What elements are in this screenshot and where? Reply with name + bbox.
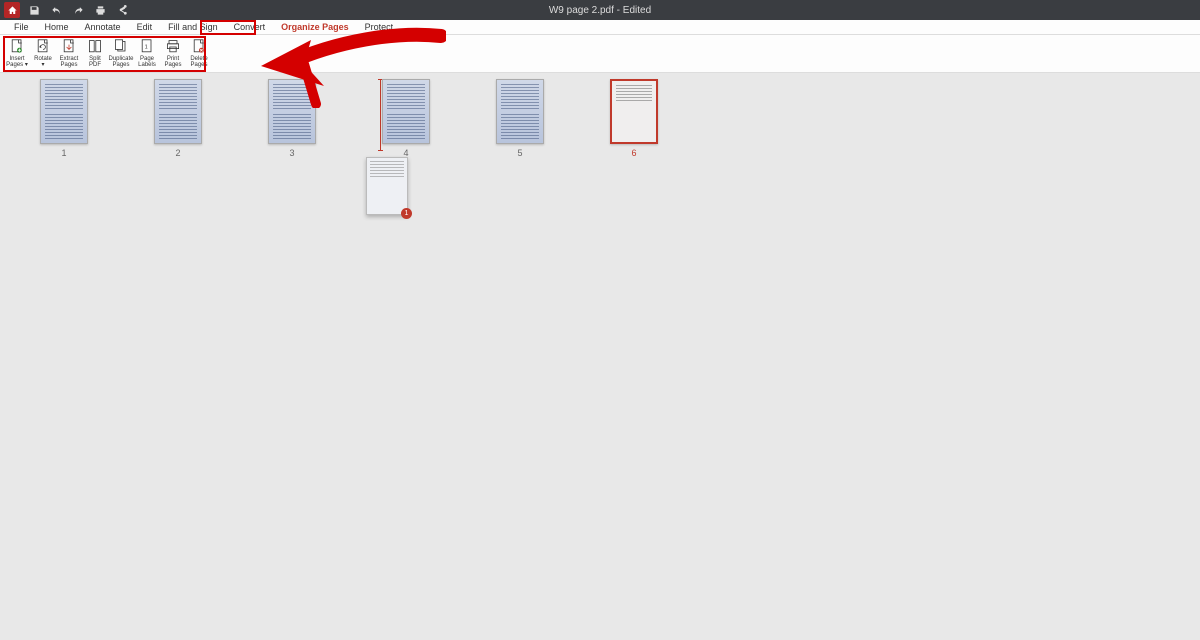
menubar: File Home Annotate Edit Fill and Sign Co… bbox=[0, 20, 1200, 35]
page-labels-icon: 1 bbox=[140, 39, 154, 55]
menu-protect[interactable]: Protect bbox=[357, 21, 402, 33]
menu-convert[interactable]: Convert bbox=[226, 21, 274, 33]
tool-label: Split PDF bbox=[89, 56, 101, 68]
page-number: 6 bbox=[631, 148, 636, 158]
print-pages-button[interactable]: Print Pages bbox=[160, 37, 186, 71]
drag-count-badge: 1 bbox=[401, 208, 412, 219]
page-number: 1 bbox=[61, 148, 66, 158]
titlebar-icons bbox=[0, 2, 130, 18]
menu-file[interactable]: File bbox=[6, 21, 37, 33]
page-thumbnail-2[interactable]: 2 bbox=[154, 79, 202, 158]
page-thumbnail-3[interactable]: 3 bbox=[268, 79, 316, 158]
page-thumb[interactable] bbox=[382, 79, 430, 144]
duplicate-pages-icon bbox=[114, 39, 128, 55]
tool-label: Duplicate Pages bbox=[108, 56, 133, 68]
duplicate-pages-button[interactable]: Duplicate Pages bbox=[108, 37, 134, 71]
document-title: W9 page 2.pdf - Edited bbox=[549, 5, 651, 16]
page-number: 2 bbox=[175, 148, 180, 158]
tool-label: Page Labels bbox=[138, 56, 156, 68]
redo-icon[interactable] bbox=[70, 2, 86, 18]
thumbnail-row: 1 2 3 4 5 6 bbox=[40, 79, 1180, 158]
share-icon[interactable] bbox=[114, 2, 130, 18]
titlebar: W9 page 2.pdf - Edited bbox=[0, 0, 1200, 20]
split-pdf-button[interactable]: Split PDF bbox=[82, 37, 108, 71]
tool-label: Print Pages bbox=[164, 56, 181, 68]
page-thumb[interactable] bbox=[154, 79, 202, 144]
extract-pages-button[interactable]: Extract Pages bbox=[56, 37, 82, 71]
page-number: 3 bbox=[289, 148, 294, 158]
undo-icon[interactable] bbox=[48, 2, 64, 18]
page-thumb-selected[interactable] bbox=[610, 79, 658, 144]
page-thumbnail-1[interactable]: 1 bbox=[40, 79, 88, 158]
menu-home[interactable]: Home bbox=[37, 21, 77, 33]
menu-fill-sign[interactable]: Fill and Sign bbox=[160, 21, 226, 33]
insert-cursor bbox=[380, 79, 381, 151]
thumbnail-area[interactable]: 1 2 3 4 5 6 1 bbox=[0, 73, 1200, 640]
print-pages-icon bbox=[166, 39, 180, 55]
tool-label: Delete Pages bbox=[190, 56, 207, 68]
rotate-icon bbox=[36, 39, 50, 55]
svg-text:1: 1 bbox=[145, 44, 148, 50]
delete-pages-icon bbox=[192, 39, 206, 55]
page-thumbnail-4[interactable]: 4 bbox=[382, 79, 430, 158]
rotate-button[interactable]: Rotate ▾ bbox=[30, 37, 56, 71]
save-icon[interactable] bbox=[26, 2, 42, 18]
delete-pages-button[interactable]: Delete Pages bbox=[186, 37, 212, 71]
menu-organize-pages[interactable]: Organize Pages bbox=[273, 21, 357, 33]
extract-pages-icon bbox=[62, 39, 76, 55]
home-icon[interactable] bbox=[4, 2, 20, 18]
tool-label: Insert Pages ▾ bbox=[6, 56, 28, 68]
tool-label: Rotate ▾ bbox=[34, 56, 52, 68]
toolbar: Insert Pages ▾ Rotate ▾ Extract Pages Sp… bbox=[0, 35, 1200, 73]
tool-label: Extract Pages bbox=[60, 56, 79, 68]
page-labels-button[interactable]: 1 Page Labels bbox=[134, 37, 160, 71]
split-pdf-icon bbox=[88, 39, 102, 55]
page-thumb[interactable] bbox=[40, 79, 88, 144]
menu-edit[interactable]: Edit bbox=[129, 21, 161, 33]
page-thumbnail-6[interactable]: 6 bbox=[610, 79, 658, 158]
insert-pages-icon bbox=[10, 39, 24, 55]
page-thumbnail-5[interactable]: 5 bbox=[496, 79, 544, 158]
page-thumb[interactable] bbox=[496, 79, 544, 144]
insert-pages-button[interactable]: Insert Pages ▾ bbox=[4, 37, 30, 71]
dragged-page-preview[interactable]: 1 bbox=[366, 157, 408, 215]
page-thumb[interactable] bbox=[268, 79, 316, 144]
print-icon[interactable] bbox=[92, 2, 108, 18]
menu-annotate[interactable]: Annotate bbox=[77, 21, 129, 33]
toolbar-group: Insert Pages ▾ Rotate ▾ Extract Pages Sp… bbox=[4, 37, 212, 71]
page-number: 5 bbox=[517, 148, 522, 158]
